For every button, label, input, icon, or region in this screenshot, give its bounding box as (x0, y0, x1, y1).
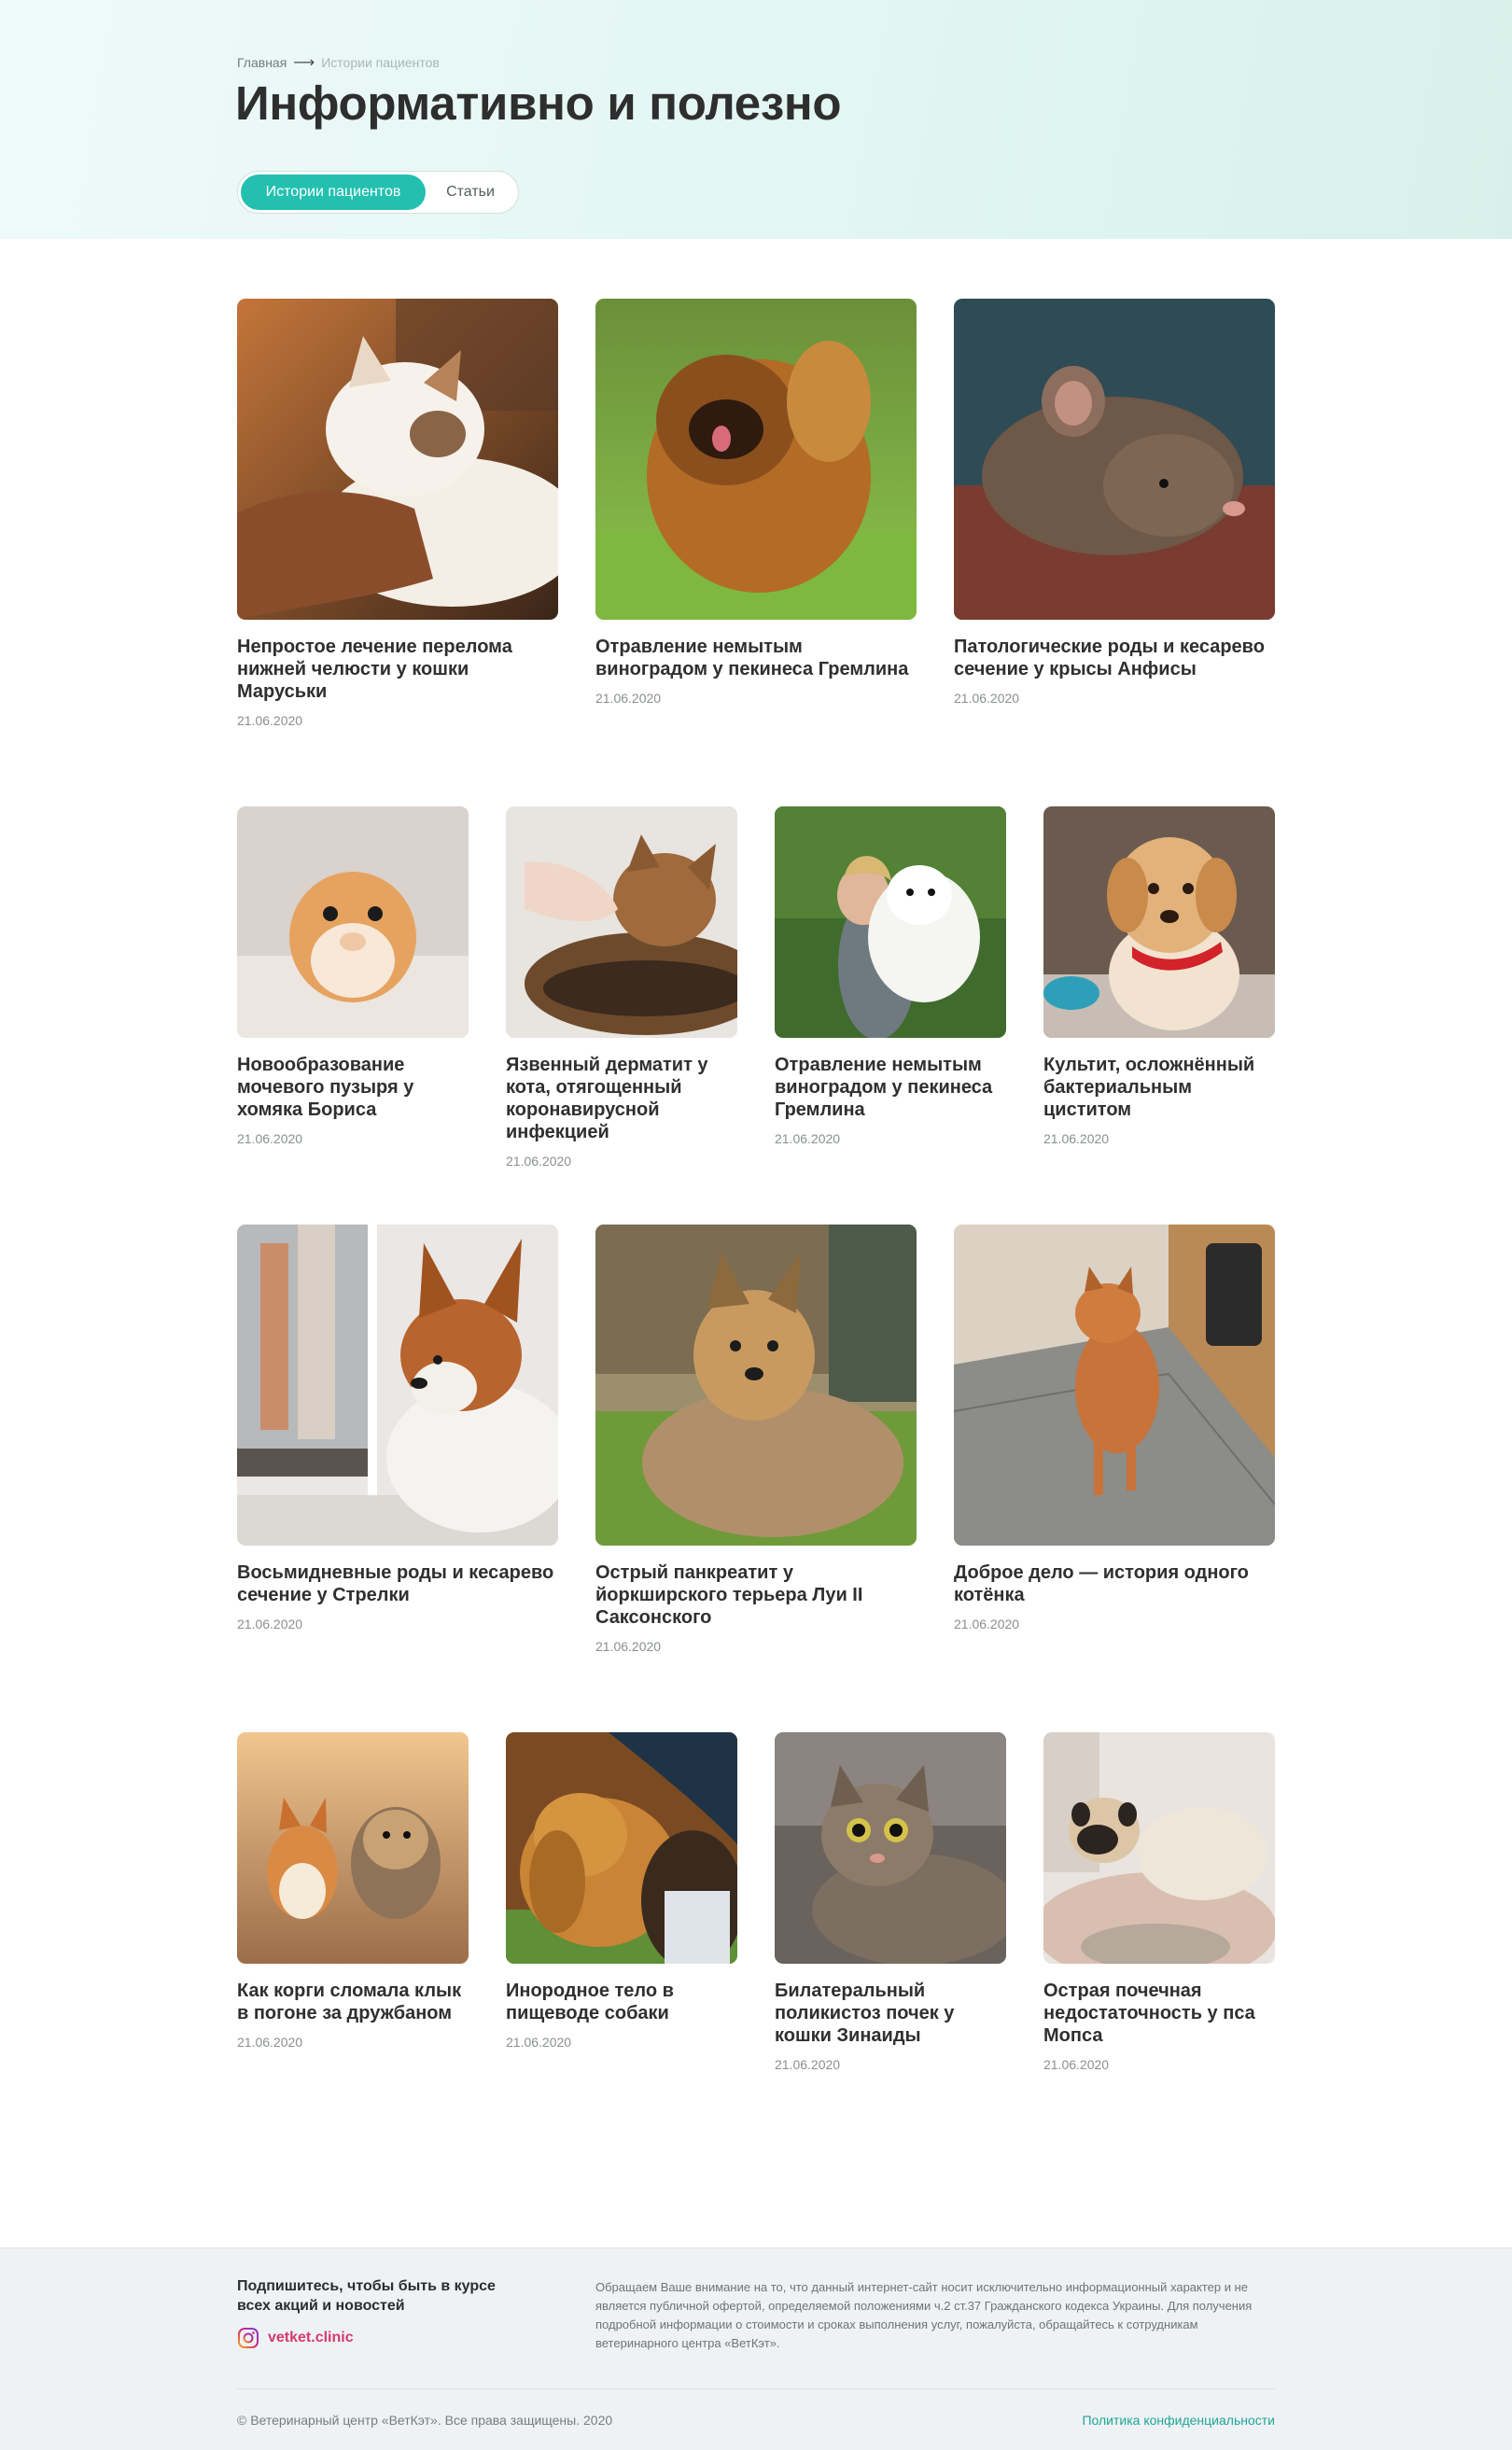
story-image (237, 1225, 558, 1546)
privacy-policy-link[interactable]: Политика конфиденциальности (1082, 2413, 1275, 2428)
story-image (595, 299, 917, 620)
instagram-link[interactable]: vetket.clinic (237, 2327, 354, 2349)
story-title: Непростое лечение перелома нижней челюст… (237, 637, 512, 702)
arrow-right-icon: ⟶ (293, 55, 315, 71)
tab-patient-stories[interactable]: Истории пациентов (241, 175, 426, 210)
story-title: Острая почечная недостаточность у пса Мо… (1043, 1981, 1255, 2046)
story-title: Инородное тело в пищеводе собаки (506, 1981, 674, 2023)
story-date: 21.06.2020 (237, 2035, 303, 2050)
story-date: 21.06.2020 (1043, 1131, 1110, 1146)
footer-divider (237, 2388, 1275, 2389)
story-date: 21.06.2020 (954, 691, 1020, 706)
story-date: 21.06.2020 (237, 713, 303, 728)
subscribe-text: Подпишитесь, чтобы быть в курсе всех акц… (237, 2278, 496, 2314)
story-image (775, 806, 1006, 1038)
story-title: Патологические роды и кесарево сечение у… (954, 637, 1265, 679)
story-card[interactable]: Острый панкреатит у йоркширского терьера… (595, 1225, 917, 1654)
story-title: Отравление немытым виноградом у пекинеса… (595, 637, 909, 679)
story-date: 21.06.2020 (595, 691, 662, 706)
story-image (595, 1225, 917, 1546)
story-date: 21.06.2020 (506, 1154, 572, 1169)
instagram-icon (238, 2328, 259, 2348)
story-title: Восьмидневные роды и кесарево сечение у … (237, 1562, 554, 1605)
story-title: Отравление немытым виноградом у пекинеса… (775, 1055, 993, 1120)
story-image (1043, 1732, 1275, 1964)
story-image (237, 299, 558, 620)
story-date: 21.06.2020 (775, 2057, 841, 2072)
legal-disclaimer: Обращаем Ваше внимание на то, что данный… (595, 2280, 1253, 2350)
story-card[interactable]: Непростое лечение перелома нижней челюст… (237, 299, 558, 728)
story-image (775, 1732, 1006, 1964)
page-title: Информативно и полезно (235, 77, 842, 130)
story-title: Билатеральный поликистоз почек у кошки З… (775, 1981, 955, 2046)
story-date: 21.06.2020 (775, 1131, 841, 1146)
story-card[interactable]: Восьмидневные роды и кесарево сечение у … (237, 1225, 558, 1631)
story-title: Острый панкреатит у йоркширского терьера… (595, 1562, 863, 1628)
story-card[interactable]: Патологические роды и кесарево сечение у… (954, 299, 1275, 706)
story-title: Как корги сломала клык в погоне за дружб… (237, 1981, 462, 2023)
story-title: Язвенный дерматит у кота, отягощенный ко… (506, 1055, 708, 1142)
story-date: 21.06.2020 (595, 1639, 662, 1654)
story-image (506, 806, 737, 1038)
story-title: Доброе дело — история одного котёнка (954, 1562, 1249, 1605)
story-date: 21.06.2020 (237, 1131, 303, 1146)
story-card[interactable]: Отравление немытым виноградом у пекинеса… (595, 299, 917, 706)
story-image (954, 299, 1275, 620)
story-card[interactable]: Доброе дело — история одного котёнка 21.… (954, 1225, 1275, 1631)
story-image (506, 1732, 737, 1964)
story-image (954, 1225, 1275, 1546)
story-card[interactable]: Инородное тело в пищеводе собаки 21.06.2… (506, 1732, 737, 2050)
instagram-handle: vetket.clinic (268, 2330, 354, 2345)
story-image (1043, 806, 1275, 1038)
story-date: 21.06.2020 (954, 1617, 1020, 1631)
page-header: Главная ⟶ Истории пациентов Информативно… (0, 0, 1512, 239)
story-card[interactable]: Язвенный дерматит у кота, отягощенный ко… (506, 806, 737, 1169)
story-date: 21.06.2020 (237, 1617, 303, 1631)
story-image (237, 806, 469, 1038)
story-card[interactable]: Как корги сломала клык в погоне за дружб… (237, 1732, 469, 2050)
story-card[interactable]: Новообразование мочевого пузыря у хомяка… (237, 806, 469, 1146)
copyright: © Ветеринарный центр «ВетКэт». Все права… (237, 2413, 613, 2428)
story-card[interactable]: Билатеральный поликистоз почек у кошки З… (775, 1732, 1006, 2072)
story-card[interactable]: Острая почечная недостаточность у пса Мо… (1043, 1732, 1275, 2072)
breadcrumb: Главная ⟶ Истории пациентов (237, 53, 440, 72)
story-title: Новообразование мочевого пузыря у хомяка… (237, 1055, 414, 1120)
breadcrumb-current: Истории пациентов (321, 55, 440, 70)
tab-articles[interactable]: Статьи (426, 175, 515, 210)
story-image (237, 1732, 469, 1964)
story-card[interactable]: Культит, осложнённый бактериальным цисти… (1043, 806, 1275, 1146)
tab-switcher: Истории пациентов Статьи (237, 171, 519, 214)
story-date: 21.06.2020 (506, 2035, 572, 2050)
story-card[interactable]: Отравление немытым виноградом у пекинеса… (775, 806, 1006, 1146)
story-title: Культит, осложнённый бактериальным цисти… (1043, 1055, 1255, 1120)
story-date: 21.06.2020 (1043, 2057, 1110, 2072)
footer: Подпишитесь, чтобы быть в курсе всех акц… (0, 2247, 1512, 2450)
breadcrumb-home-link[interactable]: Главная (237, 55, 287, 70)
